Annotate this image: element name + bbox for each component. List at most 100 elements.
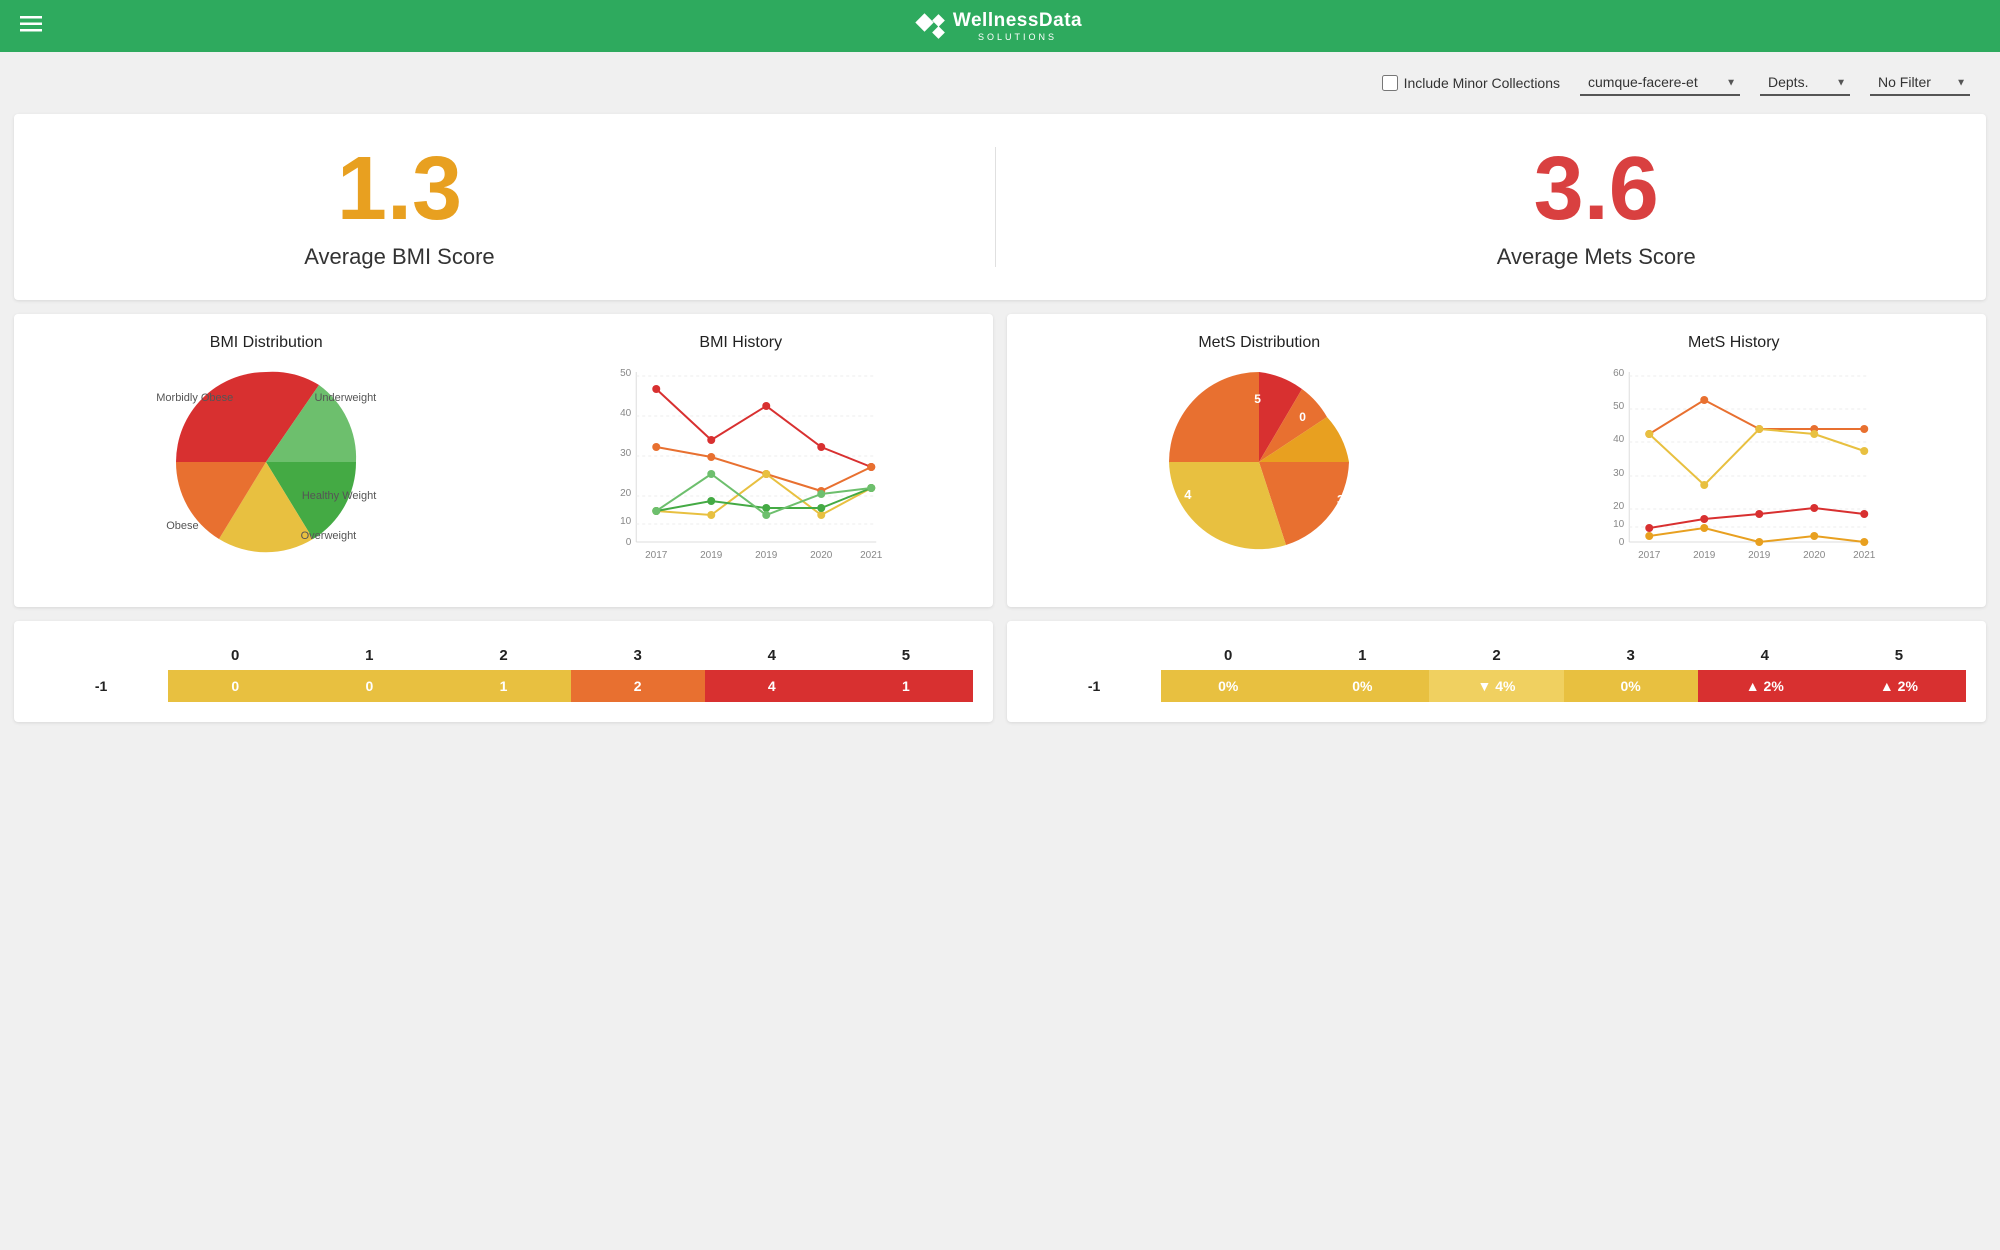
- rcell-2: ▼ 4%: [1429, 670, 1563, 702]
- svg-text:2020: 2020: [1803, 550, 1826, 561]
- mets-panel: MetS Distribution: [1007, 314, 1986, 607]
- bmi-pie-chart: Underweight Healthy Weight Overweight Ob…: [166, 362, 366, 562]
- svg-text:2021: 2021: [1853, 550, 1876, 561]
- bottom-left-panel: 0 1 2 3 4 5 -1 0 0 1 2 4 1: [14, 621, 993, 722]
- bmi-panel: BMI Distribution: [14, 314, 993, 607]
- mets-history-section: MetS History 60 50 40 30 20 10 0: [1502, 334, 1967, 587]
- rcol-header-1: 1: [1295, 641, 1429, 670]
- pie-label-overweight: Overweight: [301, 530, 357, 542]
- mets-label-2: 2: [1348, 432, 1355, 446]
- cell-3: 2: [571, 670, 705, 702]
- svg-text:50: 50: [1613, 401, 1625, 412]
- rcol-header-5: 5: [1832, 641, 1966, 670]
- svg-text:60: 60: [1613, 368, 1625, 379]
- bmi-distribution-title: BMI Distribution: [34, 334, 499, 352]
- bmi-history-title: BMI History: [509, 334, 974, 352]
- bottom-right-table: 0 1 2 3 4 5 -1 0% 0% ▼ 4% 0% ▲ 2% ▲ 2%: [1027, 641, 1966, 702]
- mets-label-3: 3: [1337, 492, 1344, 507]
- table-row-r: -1 0% 0% ▼ 4% 0% ▲ 2% ▲ 2%: [1027, 670, 1966, 702]
- collection-dropdown[interactable]: cumque-facere-et: [1580, 70, 1740, 96]
- svg-text:2017: 2017: [1638, 550, 1661, 561]
- svg-text:2019: 2019: [1693, 550, 1716, 561]
- pie-label-morbid: Morbidly Obese: [156, 392, 233, 404]
- include-minor-checkbox[interactable]: Include Minor Collections: [1382, 75, 1560, 91]
- mets-label: Average Mets Score: [1497, 244, 1696, 270]
- toolbar: Include Minor Collections cumque-facere-…: [0, 52, 2000, 114]
- svg-text:50: 50: [620, 368, 632, 379]
- svg-text:40: 40: [620, 408, 632, 419]
- mets-score-item: 3.6 Average Mets Score: [1497, 144, 1696, 270]
- svg-text:20: 20: [620, 488, 632, 499]
- svg-text:30: 30: [1613, 468, 1625, 479]
- bmi-score-item: 1.3 Average BMI Score: [304, 144, 494, 270]
- svg-text:40: 40: [1613, 434, 1625, 445]
- cell-4: 4: [705, 670, 839, 702]
- mets-label-0: 5: [1254, 392, 1261, 406]
- app-header: WellnessData SOLUTIONS: [0, 0, 2000, 52]
- row-label: -1: [34, 670, 168, 702]
- svg-text:0: 0: [625, 537, 631, 548]
- rcell-5: ▲ 2%: [1832, 670, 1966, 702]
- bmi-line-chart: 50 40 30 20 10 0 2017 2019 2019 2: [509, 362, 974, 582]
- mets-value: 3.6: [1497, 144, 1696, 234]
- rcell-3: 0%: [1564, 670, 1698, 702]
- col-header-4: 4: [705, 641, 839, 670]
- pie-label-healthy: Healthy Weight: [302, 490, 376, 502]
- rcol-header-2: 2: [1429, 641, 1563, 670]
- depts-dropdown-wrap[interactable]: Depts.: [1760, 70, 1850, 96]
- logo-text: WellnessData SOLUTIONS: [953, 10, 1082, 42]
- mets-distribution-title: MetS Distribution: [1027, 334, 1492, 352]
- mets-label-4: 4: [1184, 487, 1191, 502]
- bmi-label: Average BMI Score: [304, 244, 494, 270]
- bmi-distribution-section: BMI Distribution: [34, 334, 499, 587]
- mets-history-title: MetS History: [1502, 334, 1967, 352]
- score-divider: [995, 147, 996, 267]
- svg-text:20: 20: [1613, 501, 1625, 512]
- col-header-0: 0: [168, 641, 302, 670]
- svg-text:2019: 2019: [700, 550, 723, 561]
- rcol-header-0: 0: [1161, 641, 1295, 670]
- table-corner: [34, 641, 168, 670]
- mets-pie-chart: 5 0 2 3 4: [1159, 362, 1359, 562]
- minor-collections-checkbox[interactable]: [1382, 75, 1398, 91]
- logo-icon: [918, 16, 943, 37]
- bottom-left-table: 0 1 2 3 4 5 -1 0 0 1 2 4 1: [34, 641, 973, 702]
- col-header-1: 1: [302, 641, 436, 670]
- svg-text:2019: 2019: [1748, 550, 1771, 561]
- chart-panels-row: BMI Distribution: [14, 314, 1986, 607]
- pie-label-underweight: Underweight: [314, 392, 376, 404]
- logo: WellnessData SOLUTIONS: [918, 10, 1082, 42]
- bottom-right-panel: 0 1 2 3 4 5 -1 0% 0% ▼ 4% 0% ▲ 2% ▲ 2%: [1007, 621, 1986, 722]
- row-label-r: -1: [1027, 670, 1161, 702]
- mets-line-chart: 60 50 40 30 20 10 0 2017 2019: [1502, 362, 1967, 582]
- svg-text:2017: 2017: [645, 550, 668, 561]
- svg-text:2021: 2021: [860, 550, 883, 561]
- mets-label-1: 0: [1299, 410, 1306, 424]
- cell-0: 0: [168, 670, 302, 702]
- bmi-history-section: BMI History 50 40 30 20 10 0: [509, 334, 974, 587]
- svg-text:10: 10: [620, 516, 632, 527]
- rcol-header-4: 4: [1698, 641, 1832, 670]
- menu-icon[interactable]: [20, 15, 42, 38]
- pie-label-obese: Obese: [166, 520, 198, 532]
- col-header-5: 5: [839, 641, 973, 670]
- table-corner-r: [1027, 641, 1161, 670]
- rcol-header-3: 3: [1564, 641, 1698, 670]
- filter-dropdown[interactable]: No Filter: [1870, 70, 1970, 96]
- cell-2: 1: [436, 670, 570, 702]
- svg-text:2019: 2019: [755, 550, 778, 561]
- depts-dropdown[interactable]: Depts.: [1760, 70, 1850, 96]
- filter-dropdown-wrap[interactable]: No Filter: [1870, 70, 1970, 96]
- col-header-3: 3: [571, 641, 705, 670]
- bmi-value: 1.3: [304, 144, 494, 234]
- score-card: 1.3 Average BMI Score 3.6 Average Mets S…: [14, 114, 1986, 300]
- rcell-4: ▲ 2%: [1698, 670, 1832, 702]
- collection-dropdown-wrap[interactable]: cumque-facere-et: [1580, 70, 1740, 96]
- cell-1: 0: [302, 670, 436, 702]
- col-header-2: 2: [436, 641, 570, 670]
- bottom-panels-row: 0 1 2 3 4 5 -1 0 0 1 2 4 1: [14, 621, 1986, 722]
- rcell-1: 0%: [1295, 670, 1429, 702]
- svg-text:10: 10: [1613, 519, 1625, 530]
- mets-distribution-section: MetS Distribution: [1027, 334, 1492, 587]
- table-row: -1 0 0 1 2 4 1: [34, 670, 973, 702]
